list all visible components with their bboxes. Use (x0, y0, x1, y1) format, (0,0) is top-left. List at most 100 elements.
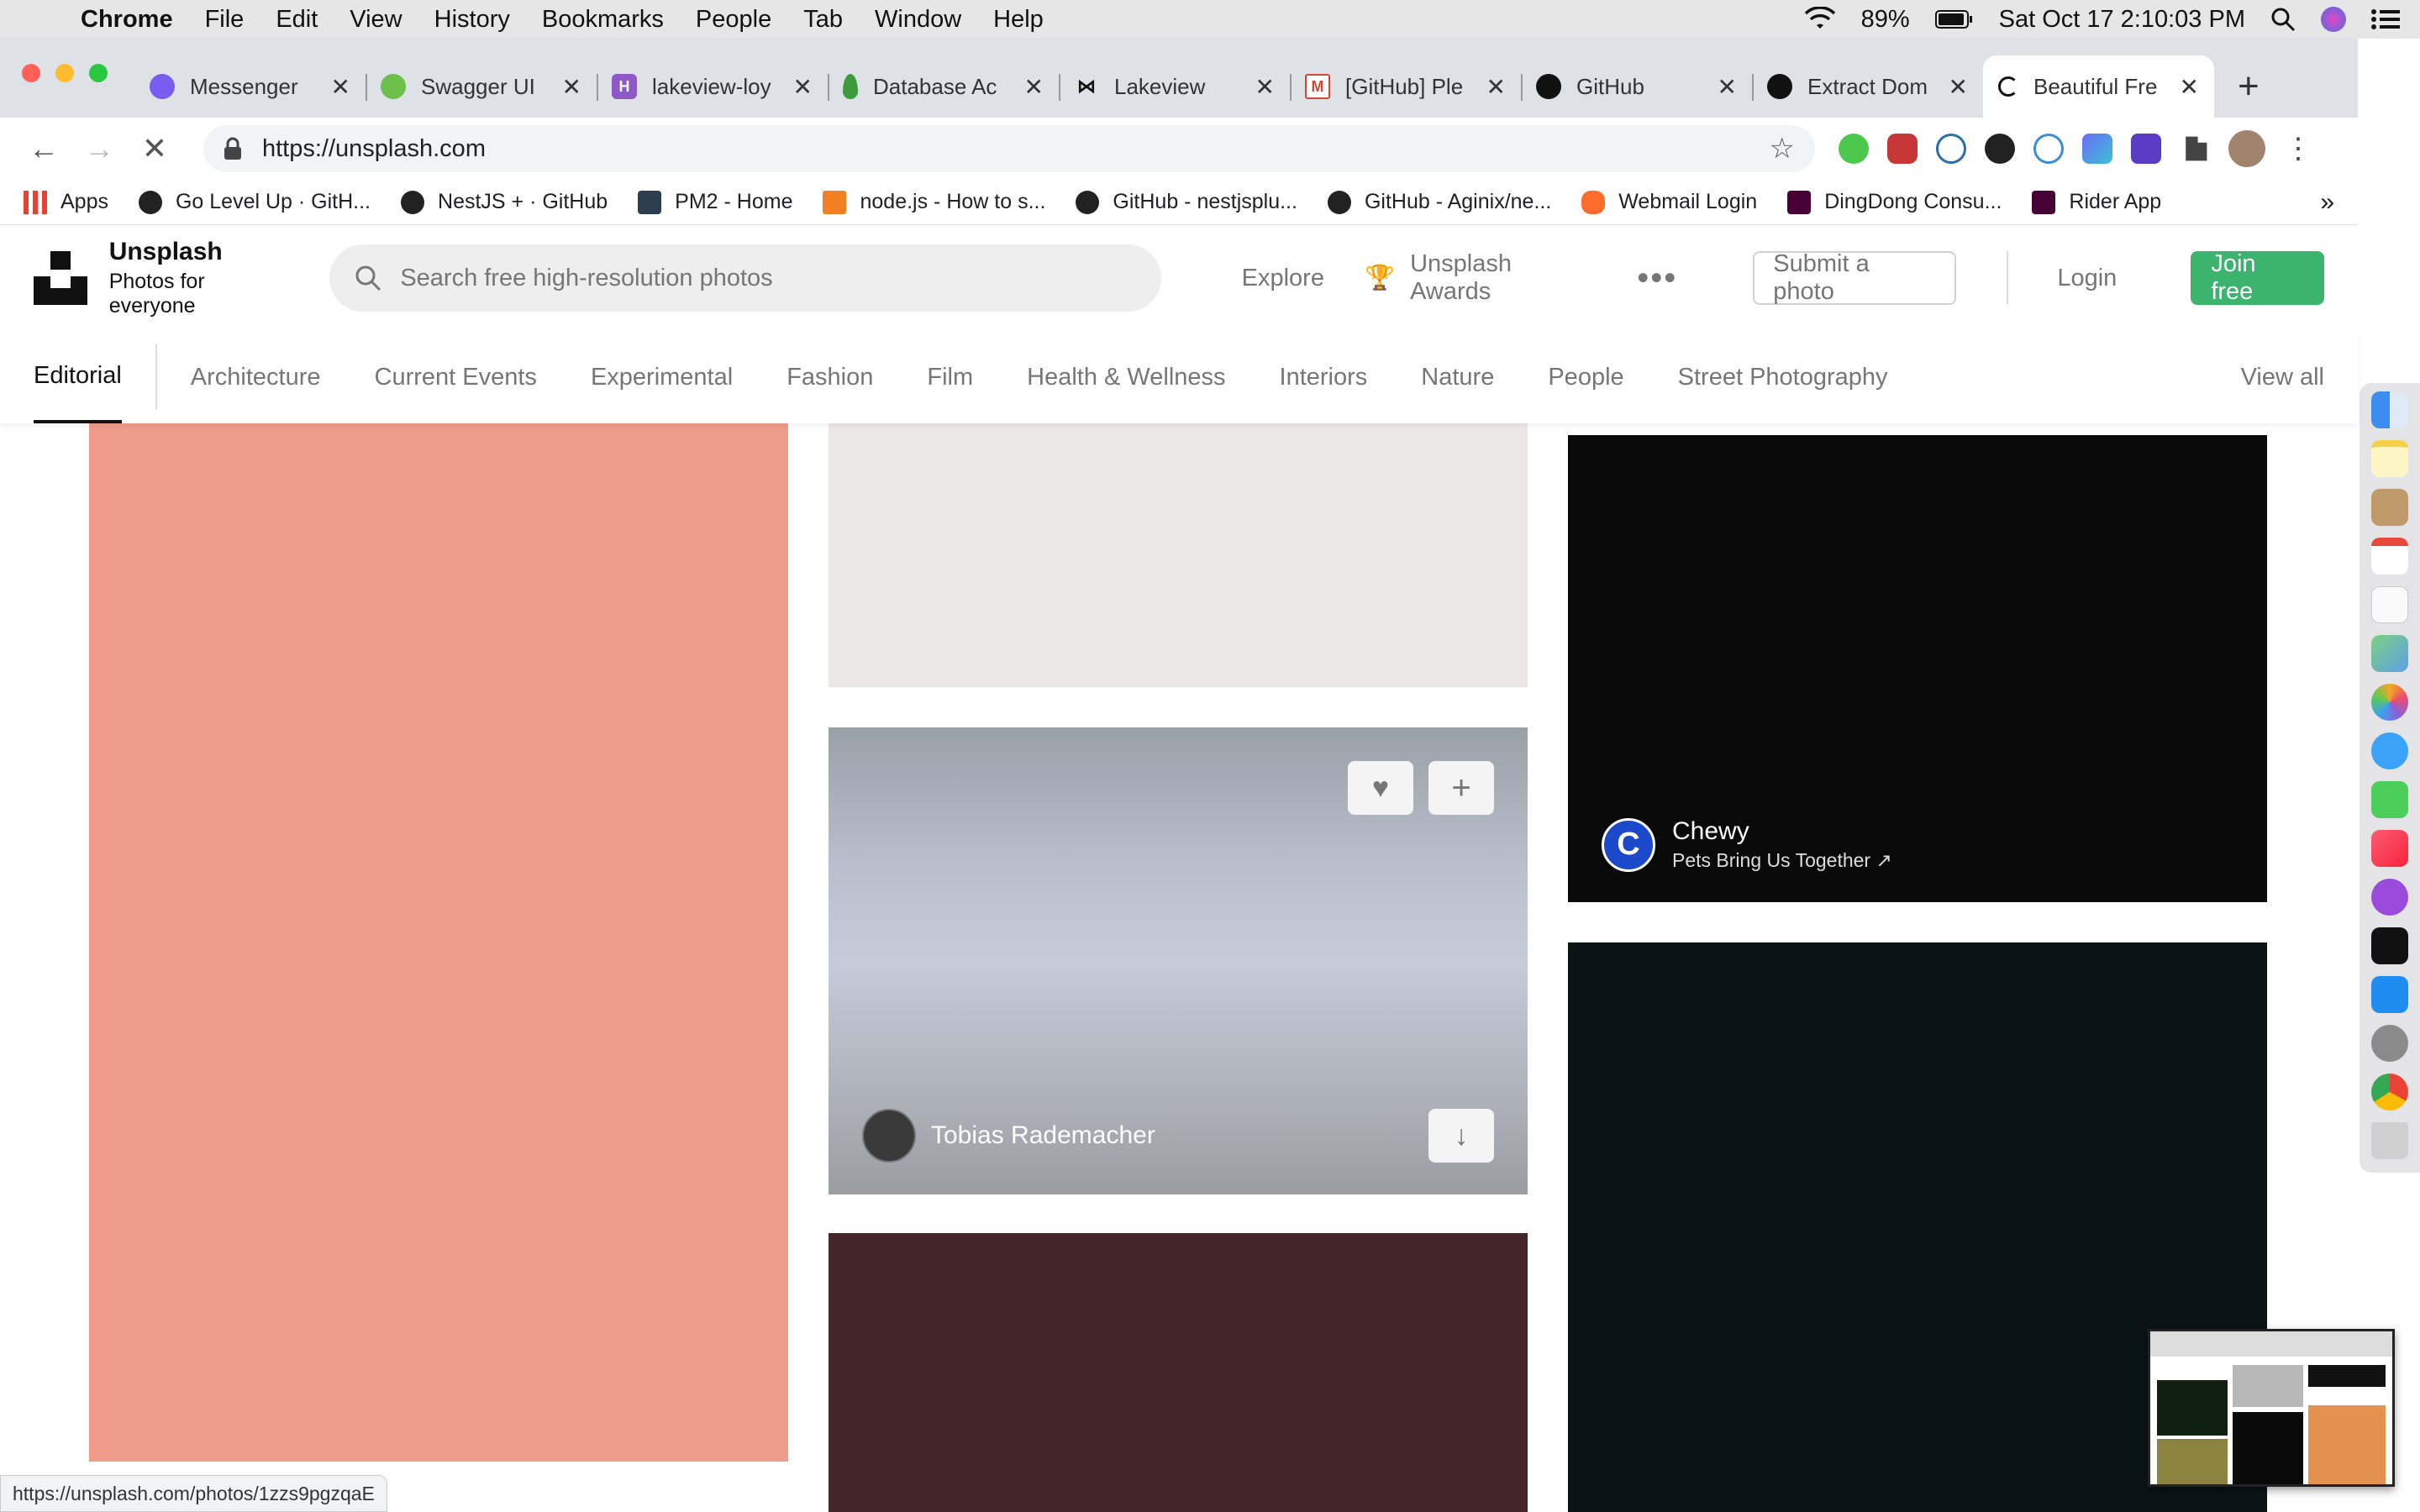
lock-icon[interactable] (224, 137, 242, 160)
notes-icon[interactable] (2371, 440, 2408, 477)
back-arrow-icon[interactable]: ← (20, 131, 67, 166)
podcasts-icon[interactable] (2371, 879, 2408, 916)
menu-history[interactable]: History (434, 6, 510, 34)
bookmark-item[interactable]: node.js - How to s... (823, 190, 1045, 214)
bookmarks-overflow-icon[interactable]: » (2320, 188, 2334, 217)
menu-window[interactable]: Window (875, 6, 961, 34)
menu-view[interactable]: View (350, 6, 402, 34)
close-tab-icon[interactable]: ✕ (1486, 73, 1506, 101)
topic-editorial[interactable]: Editorial (34, 331, 122, 423)
photo-card-hovered[interactable]: ♥ + Tobias Rademacher ↓ (829, 727, 1528, 1194)
tab-unsplash-active[interactable]: Beautiful Fre ✕ (1983, 55, 2214, 118)
close-tab-icon[interactable]: ✕ (2180, 73, 2199, 101)
like-heart-button[interactable]: ♥ (1348, 761, 1413, 815)
menu-file[interactable]: File (205, 6, 245, 34)
extension-green-icon[interactable] (1839, 134, 1869, 164)
stop-loading-icon[interactable]: ✕ (131, 131, 178, 166)
extension-ghost-icon[interactable] (1985, 134, 2015, 164)
bookmark-item[interactable]: DingDong Consu... (1787, 190, 2002, 214)
siri-icon[interactable] (2321, 7, 2346, 32)
finder-icon[interactable] (2371, 391, 2408, 428)
chrome-menu-icon[interactable]: ⋮ (2284, 132, 2312, 165)
bookmark-item[interactable]: Webmail Login (1581, 190, 1757, 214)
extension-globe-icon[interactable] (1936, 134, 1966, 164)
menu-help[interactable]: Help (993, 6, 1044, 34)
topic-street-photography[interactable]: Street Photography (1678, 331, 1888, 423)
zoom-window-button[interactable] (89, 64, 108, 82)
bookmark-item[interactable]: Go Level Up · GitH... (138, 190, 371, 214)
topic-people[interactable]: People (1548, 331, 1623, 423)
close-tab-icon[interactable]: ✕ (1024, 73, 1044, 101)
tab-lakeview-loyalty[interactable]: H lakeview-loy ✕ (597, 55, 828, 118)
sponsored-photo-card[interactable]: C Chewy Pets Bring Us Together ↗ (1568, 435, 2267, 902)
extension-grid-icon[interactable] (2082, 134, 2112, 164)
menu-app-name[interactable]: Chrome (81, 6, 173, 34)
sponsor-tagline-link[interactable]: Pets Bring Us Together ↗ (1672, 849, 1892, 872)
close-tab-icon[interactable]: ✕ (331, 73, 350, 101)
spotlight-search-icon[interactable] (2270, 7, 2296, 32)
join-free-button[interactable]: Join free (2191, 250, 2324, 305)
notification-center-icon[interactable] (2371, 8, 2400, 30)
add-to-collection-button[interactable]: + (1428, 761, 1494, 815)
address-bar[interactable]: https://unsplash.com ☆ (203, 125, 1815, 172)
topic-experimental[interactable]: Experimental (591, 331, 733, 423)
extensions-puzzle-icon[interactable] (2186, 136, 2207, 161)
photo-card[interactable] (829, 1233, 1528, 1512)
explore-link[interactable]: Explore (1242, 265, 1324, 292)
bookmark-apps[interactable]: Apps (24, 190, 108, 214)
unsplash-awards-link[interactable]: 🏆 Unsplash Awards (1365, 250, 1597, 306)
wifi-icon[interactable] (1804, 7, 1836, 32)
download-arrow-button[interactable]: ↓ (1428, 1109, 1494, 1163)
extension-redux-icon[interactable] (2131, 134, 2161, 164)
menu-tab[interactable]: Tab (803, 6, 843, 34)
topic-fashion[interactable]: Fashion (786, 331, 873, 423)
brand[interactable]: Unsplash Photos for everyone (109, 238, 297, 318)
close-tab-icon[interactable]: ✕ (562, 73, 581, 101)
topic-current-events[interactable]: Current Events (375, 331, 537, 423)
tab-messenger[interactable]: Messenger ✕ (134, 55, 366, 118)
bookmark-item[interactable]: GitHub - nestjsplu... (1076, 190, 1297, 214)
app-store-icon[interactable] (2371, 976, 2408, 1013)
bookmark-item[interactable]: Rider App (2032, 190, 2161, 214)
adblock-plus-icon[interactable] (1887, 134, 1918, 164)
close-tab-icon[interactable]: ✕ (1255, 73, 1275, 101)
address-url[interactable]: https://unsplash.com (262, 135, 486, 163)
chrome-icon[interactable] (2371, 1074, 2408, 1110)
maps-icon[interactable] (2371, 635, 2408, 672)
calendar-icon[interactable] (2371, 538, 2408, 575)
forward-arrow-icon[interactable]: → (76, 131, 123, 166)
tab-database-access[interactable]: Database Ac ✕ (828, 55, 1059, 118)
more-options-icon[interactable]: ••• (1637, 260, 1677, 297)
tab-swagger-ui[interactable]: Swagger UI ✕ (366, 55, 597, 118)
login-button[interactable]: Login (2057, 265, 2117, 292)
photos-icon[interactable] (2371, 684, 2408, 721)
react-devtools-icon[interactable] (2033, 134, 2064, 164)
screenshot-thumbnail[interactable] (2148, 1329, 2395, 1487)
new-tab-plus-icon[interactable]: + (2238, 55, 2260, 118)
close-tab-icon[interactable]: ✕ (793, 73, 813, 101)
menu-edit[interactable]: Edit (276, 6, 318, 34)
search-input[interactable]: Search free high-resolution photos (329, 244, 1161, 312)
tab-lakeview[interactable]: ⋈ Lakeview ✕ (1059, 55, 1290, 118)
tab-gmail-github[interactable]: M [GitHub] Ple ✕ (1290, 55, 1521, 118)
reminders-icon[interactable] (2371, 586, 2408, 623)
view-all-topics-link[interactable]: View all (2241, 331, 2324, 423)
close-tab-icon[interactable]: ✕ (1949, 73, 1968, 101)
bookmark-item[interactable]: NestJS + · GitHub (401, 190, 608, 214)
menu-bookmarks[interactable]: Bookmarks (542, 6, 664, 34)
tab-github[interactable]: GitHub ✕ (1521, 55, 1752, 118)
system-preferences-icon[interactable] (2371, 1025, 2408, 1062)
music-icon[interactable] (2371, 830, 2408, 867)
messages-icon[interactable] (2371, 732, 2408, 769)
menubar-clock[interactable]: Sat Oct 17 2:10:03 PM (1999, 6, 2245, 34)
bookmark-item[interactable]: PM2 - Home (638, 190, 792, 214)
tab-extract-domain[interactable]: Extract Dom ✕ (1752, 55, 1983, 118)
photo-card[interactable] (829, 423, 1528, 687)
sponsor-info[interactable]: C Chewy Pets Bring Us Together ↗ (1602, 817, 1892, 872)
close-tab-icon[interactable]: ✕ (1718, 73, 1737, 101)
menu-people[interactable]: People (696, 6, 771, 34)
topic-film[interactable]: Film (927, 331, 973, 423)
minimize-window-button[interactable] (55, 64, 74, 82)
trash-icon[interactable] (2371, 1122, 2408, 1159)
topic-health-wellness[interactable]: Health & Wellness (1027, 331, 1225, 423)
